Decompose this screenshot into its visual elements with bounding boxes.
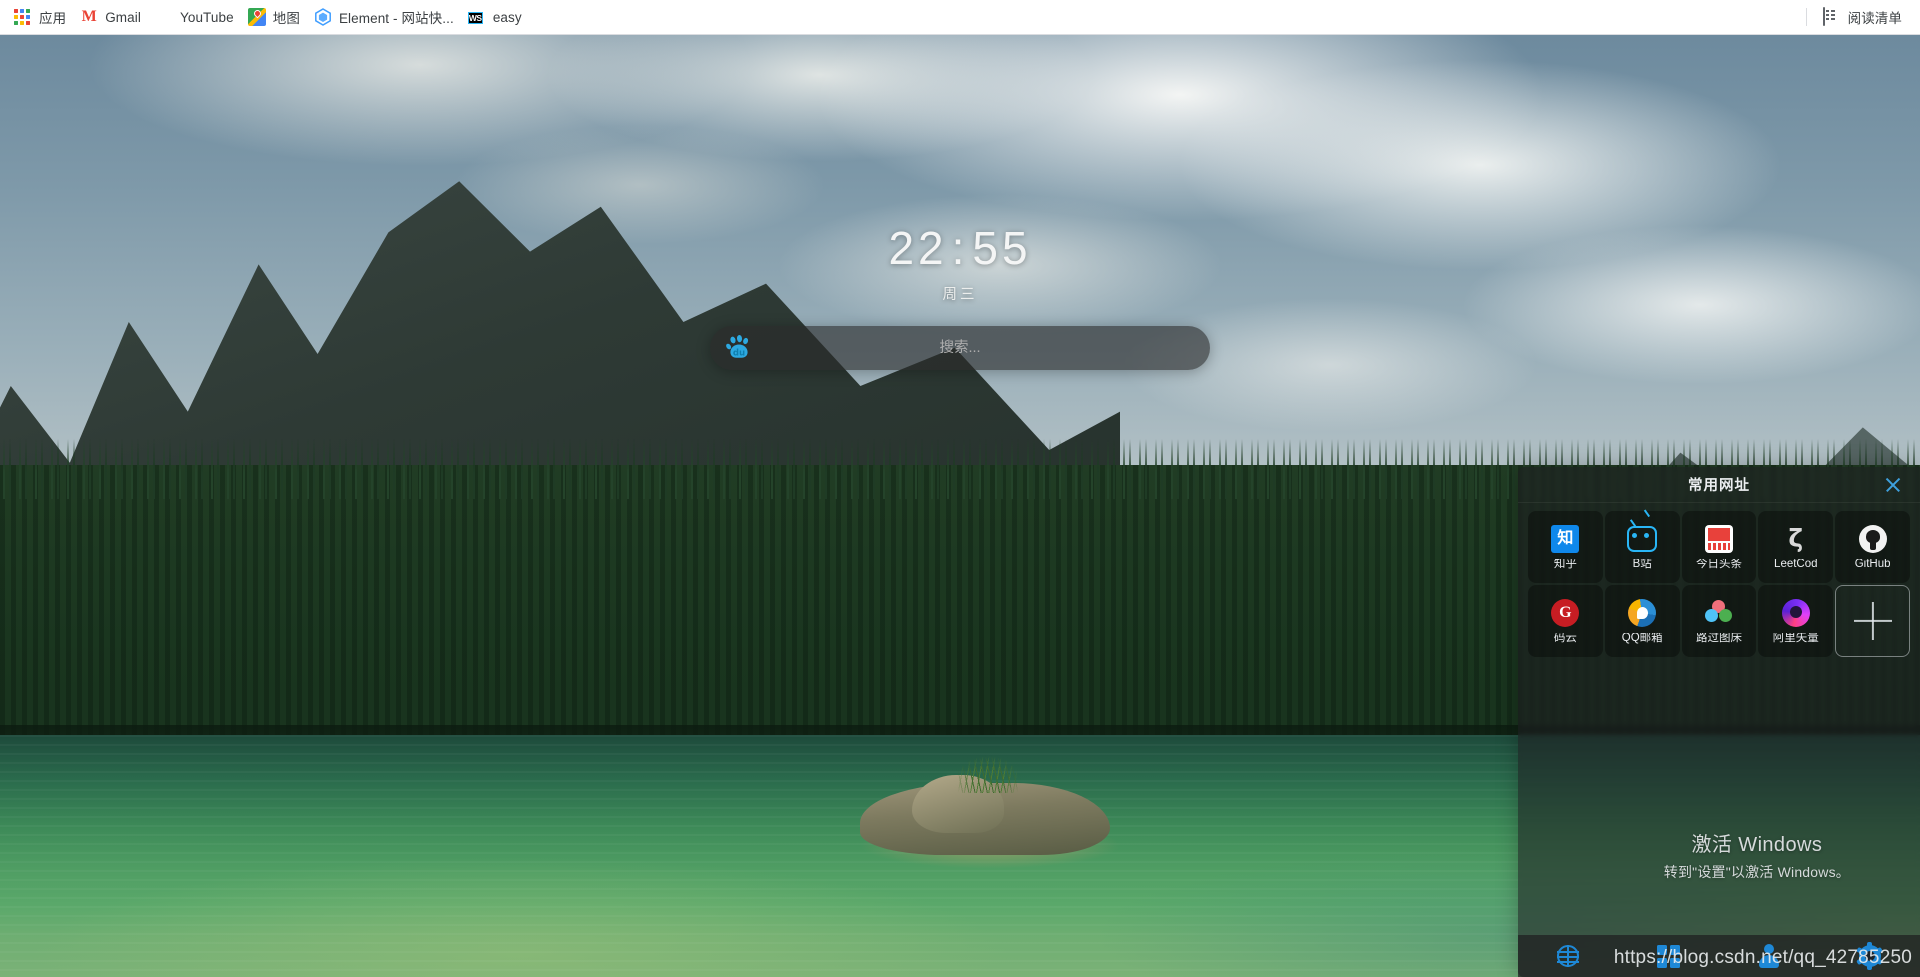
clock-hours: 22 (888, 222, 948, 274)
bookmark-apps[interactable]: 应用 (8, 4, 74, 30)
bookmark-label: Element - 网站快... (338, 11, 454, 26)
tuchuang-icon (1704, 598, 1734, 628)
clock: 22:55 (888, 225, 1031, 271)
favorite-zhihu[interactable]: 知 知乎 (1528, 511, 1603, 583)
apps-grid-icon (14, 8, 32, 26)
favorite-label: 知乎 (1553, 558, 1577, 570)
youtube-icon (155, 8, 173, 26)
favorite-bilibili[interactable]: B站 (1604, 511, 1680, 583)
gitee-icon: G (1550, 598, 1580, 628)
leetcode-icon: ζ (1788, 523, 1804, 553)
github-icon (1858, 524, 1888, 554)
favorites-grid: 知 知乎 B站 今日头条 ζ LeetCod GitHub G 码云 QQ邮箱 … (1518, 503, 1920, 657)
favorite-label: LeetCod (1774, 558, 1818, 570)
zhihu-icon: 知 (1550, 524, 1580, 554)
clock-minutes: 55 (972, 222, 1032, 274)
favorite-label: 今日头条 (1695, 558, 1742, 570)
favorite-label: 路过图床 (1695, 632, 1742, 644)
bilibili-icon (1627, 524, 1658, 554)
newtab-bottom-bar (1518, 935, 1920, 977)
favorites-panel: 常用网址 知 知乎 B站 今日头条 ζ LeetCod GitHub G 码云 … (1518, 467, 1920, 977)
reading-list-button[interactable]: 阅读清单 (1817, 4, 1910, 30)
bookmark-label: easy (492, 9, 522, 25)
weekday-label: 周三 (942, 287, 978, 303)
favorite-github[interactable]: GitHub (1835, 511, 1910, 583)
favorite-label: GitHub (1854, 558, 1891, 570)
favorite-toutiao[interactable]: 今日头条 (1681, 511, 1757, 583)
bookmark-label: Gmail (105, 9, 141, 25)
bookmark-easy[interactable]: WS easy (462, 4, 530, 30)
bookmark-youtube[interactable]: YouTube (149, 4, 242, 30)
favorite-tuchuang[interactable]: 路过图床 (1681, 585, 1757, 657)
bookmark-label: 应用 (39, 11, 67, 26)
clock-and-search: 22:55 周三 du (0, 35, 1920, 370)
bookmark-gmail[interactable]: M Gmail (74, 4, 149, 30)
globe-icon[interactable] (1553, 941, 1583, 971)
reading-list-label: 阅读清单 (1847, 11, 1902, 26)
favorite-iconfont[interactable]: 阿里矢量 (1758, 585, 1834, 657)
search-input[interactable] (756, 326, 1210, 370)
element-icon (314, 8, 332, 26)
wallpaper-island (800, 733, 1190, 885)
bookmark-element[interactable]: Element - 网站快... (308, 4, 462, 30)
new-tab-page: 22:55 周三 du 常用网址 知 (0, 35, 1920, 977)
favorite-label: QQ邮箱 (1621, 632, 1663, 644)
favorites-panel-title: 常用网址 (1688, 478, 1750, 494)
apps-grid-icon[interactable] (1654, 941, 1684, 971)
reading-list-icon (1822, 7, 1841, 26)
favorite-gitee[interactable]: G 码云 (1528, 585, 1603, 657)
toolbar-divider (1805, 8, 1807, 26)
qqmail-icon (1627, 598, 1657, 628)
user-icon[interactable] (1754, 941, 1784, 971)
iconfont-icon (1781, 598, 1811, 628)
bookmarks-bar-right: 阅读清单 (1800, 4, 1910, 30)
webstorm-icon: WS (467, 12, 483, 24)
clock-separator: : (951, 222, 969, 274)
favorite-qqmail[interactable]: QQ邮箱 (1604, 585, 1680, 657)
favorite-leetcode[interactable]: ζ LeetCod (1758, 511, 1834, 583)
gear-icon[interactable] (1855, 941, 1885, 971)
bookmark-label: YouTube (179, 9, 234, 25)
close-icon[interactable] (1882, 474, 1904, 496)
bookmark-label: 地图 (272, 11, 300, 26)
favorites-panel-header: 常用网址 (1518, 467, 1920, 503)
bookmarks-bar: 应用 M Gmail YouTube 地图 Element - 网站快... W… (0, 0, 1920, 35)
bookmark-maps[interactable]: 地图 (242, 4, 308, 30)
gmail-icon: M (81, 8, 97, 25)
add-shortcut-button[interactable] (1835, 585, 1910, 657)
toutiao-icon (1704, 524, 1734, 554)
google-maps-icon (247, 8, 266, 26)
baidu-paw-icon[interactable]: du (722, 331, 756, 365)
search-bar[interactable]: du (710, 326, 1210, 370)
svg-text:du: du (733, 349, 745, 359)
favorite-label: 码云 (1553, 632, 1577, 644)
favorite-label: 阿里矢量 (1772, 632, 1819, 644)
favorite-label: B站 (1632, 558, 1652, 570)
